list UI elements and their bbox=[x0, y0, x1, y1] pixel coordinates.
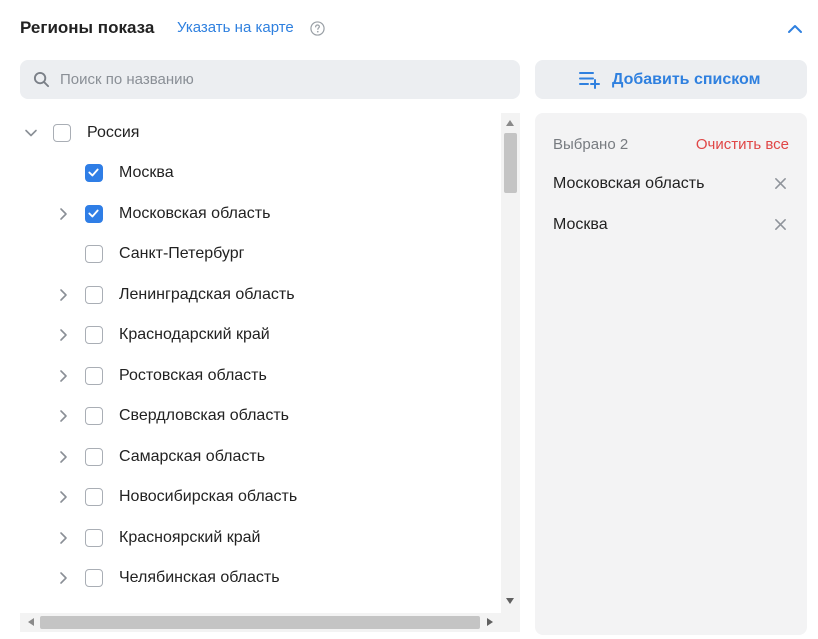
selected-item: Москва bbox=[535, 206, 807, 244]
tree-row[interactable]: Санкт-Петербург bbox=[20, 234, 501, 274]
chevron-right-icon[interactable] bbox=[55, 530, 71, 546]
region-label: Санкт-Петербург bbox=[119, 245, 245, 262]
region-label: Ростовская область bbox=[119, 366, 267, 384]
remove-icon[interactable] bbox=[774, 218, 787, 231]
horizontal-scroll-thumb[interactable] bbox=[40, 616, 480, 629]
selected-item: Московская область bbox=[535, 165, 807, 203]
tree-root-row[interactable]: Россия bbox=[20, 113, 501, 153]
scroll-left-icon[interactable] bbox=[28, 618, 34, 626]
tree-row[interactable]: Ленинградская область bbox=[20, 275, 501, 315]
chevron-right-icon[interactable] bbox=[55, 489, 71, 505]
tree-row[interactable]: Новосибирская область bbox=[20, 477, 501, 517]
region-checkbox[interactable] bbox=[85, 569, 103, 587]
selected-item-label: Московская область bbox=[553, 175, 705, 192]
region-checkbox[interactable] bbox=[85, 245, 103, 263]
section-header: Регионы показа Указать на карте bbox=[20, 16, 806, 42]
add-list-label: Добавить списком bbox=[612, 71, 761, 88]
region-checkbox[interactable] bbox=[85, 285, 103, 304]
scroll-up-icon[interactable] bbox=[506, 120, 514, 126]
vertical-scrollbar[interactable] bbox=[501, 113, 520, 613]
root-checkbox[interactable] bbox=[53, 124, 71, 142]
region-label: Челябинская область bbox=[119, 569, 280, 586]
region-checkbox[interactable] bbox=[85, 204, 103, 223]
tree-row[interactable]: Челябинская область bbox=[20, 558, 501, 598]
help-icon[interactable] bbox=[310, 21, 325, 36]
region-checkbox[interactable] bbox=[85, 447, 103, 466]
scroll-right-icon[interactable] bbox=[487, 618, 493, 626]
tree-row[interactable]: Красноярский край bbox=[20, 518, 501, 558]
tree-row[interactable]: Самарская область bbox=[20, 437, 501, 477]
selected-count: Выбрано 2 bbox=[553, 136, 629, 153]
chevron-right-icon[interactable] bbox=[55, 206, 71, 222]
selected-regions-panel: Выбрано 2 Очистить все Московская област… bbox=[535, 113, 807, 635]
region-label: Свердловская область bbox=[119, 407, 289, 424]
region-checkbox[interactable] bbox=[85, 488, 103, 506]
chevron-right-icon[interactable] bbox=[55, 449, 71, 465]
add-list-icon bbox=[579, 72, 600, 89]
search-box bbox=[20, 60, 520, 99]
tree-row[interactable]: Краснодарский край bbox=[20, 315, 501, 355]
chevron-down-icon[interactable] bbox=[23, 125, 39, 141]
region-label: Московская область bbox=[119, 204, 271, 222]
remove-icon[interactable] bbox=[774, 177, 787, 190]
region-label: Самарская область bbox=[119, 447, 266, 465]
chevron-right-icon[interactable] bbox=[55, 287, 71, 303]
region-checkbox[interactable] bbox=[85, 407, 103, 425]
tree-row[interactable]: Ростовская область bbox=[20, 356, 501, 396]
search-input[interactable] bbox=[60, 60, 510, 99]
chevron-up-icon[interactable] bbox=[786, 20, 804, 38]
search-icon bbox=[33, 71, 50, 88]
scroll-down-icon[interactable] bbox=[506, 598, 514, 604]
region-label: Красноярский край bbox=[119, 528, 261, 546]
region-checkbox[interactable] bbox=[85, 164, 103, 182]
tree-row[interactable]: Москва bbox=[20, 153, 501, 193]
region-label: Новосибирская область bbox=[119, 488, 298, 505]
scrollbar-corner bbox=[501, 613, 520, 632]
region-label: Москва bbox=[119, 164, 174, 181]
region-checkbox[interactable] bbox=[85, 326, 103, 344]
region-tree: Россия Москва Московская область Санкт-Пет… bbox=[20, 113, 501, 613]
show-on-map-link[interactable]: Указать на карте bbox=[177, 19, 294, 36]
chevron-right-icon[interactable] bbox=[55, 368, 71, 384]
chevron-right-icon[interactable] bbox=[55, 327, 71, 343]
chevron-right-icon[interactable] bbox=[55, 570, 71, 586]
horizontal-scrollbar[interactable] bbox=[20, 613, 501, 632]
tree-row[interactable]: Московская область bbox=[20, 194, 501, 234]
region-checkbox[interactable] bbox=[85, 528, 103, 547]
section-title: Регионы показа bbox=[20, 18, 155, 37]
tree-root-label: Россия bbox=[87, 124, 140, 141]
vertical-scroll-thumb[interactable] bbox=[504, 133, 517, 193]
region-label: Краснодарский край bbox=[119, 326, 270, 343]
chevron-right-icon[interactable] bbox=[55, 408, 71, 424]
selected-item-label: Москва bbox=[553, 216, 608, 233]
tree-row[interactable]: Свердловская область bbox=[20, 396, 501, 436]
region-label: Ленинградская область bbox=[119, 285, 295, 303]
add-list-button[interactable]: Добавить списком bbox=[535, 60, 807, 99]
region-checkbox[interactable] bbox=[85, 366, 103, 385]
clear-all-button[interactable]: Очистить все bbox=[696, 136, 789, 153]
